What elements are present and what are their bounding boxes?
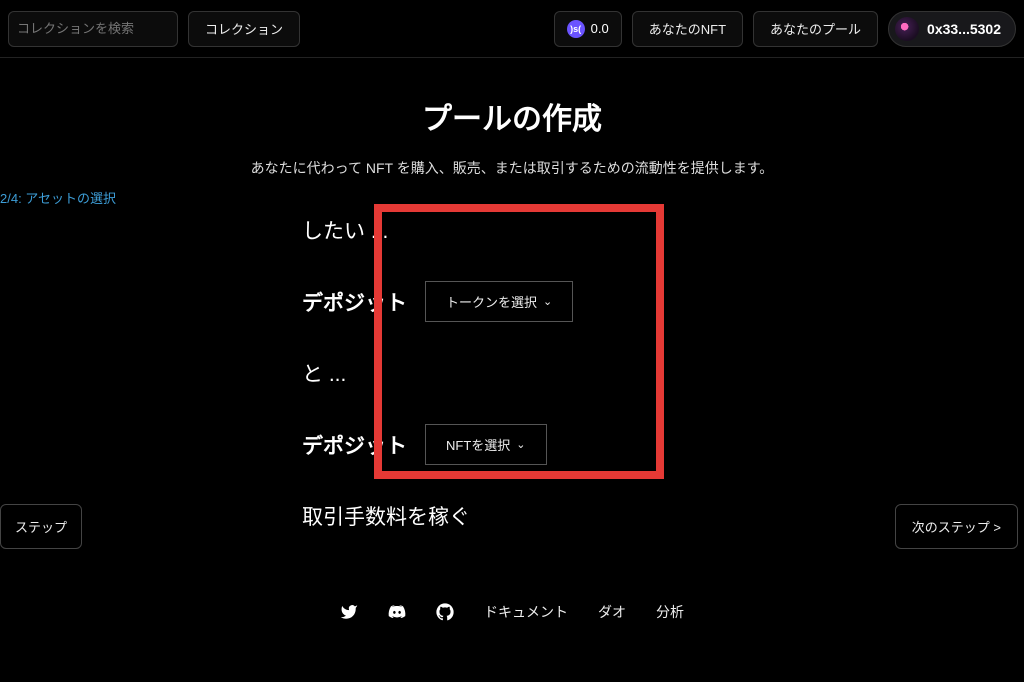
twitter-icon[interactable] [340, 603, 358, 621]
footer-dao-link[interactable]: ダオ [598, 602, 626, 622]
prev-step-button[interactable]: ステップ [0, 504, 82, 549]
wallet-button[interactable]: 0x33...5302 [888, 11, 1016, 47]
page-subtitle: あなたに代わって NFT を購入、販売、または取引するための流動性を提供します。 [0, 158, 1024, 178]
nav-collection-button[interactable]: コレクション [188, 11, 300, 47]
chevron-down-icon: ⌄ [543, 295, 552, 308]
select-token-button[interactable]: トークンを選択 ⌄ [425, 281, 573, 322]
main: プールの作成 あなたに代わって NFT を購入、販売、または取引するための流動性… [0, 58, 1024, 178]
footer-docs-link[interactable]: ドキュメント [484, 602, 568, 622]
page-title: プールの作成 [0, 94, 1024, 138]
step-indicator: 2/4: アセットの選択 [0, 188, 116, 207]
search-input[interactable] [17, 21, 193, 36]
deposit-label-2: デポジット [302, 430, 407, 460]
wallet-avatar-icon [895, 17, 919, 41]
balance-value: 0.0 [591, 21, 609, 36]
footer: ドキュメント ダオ 分析 [0, 602, 1024, 622]
topbar: ✕ コレクション )s( 0.0 あなたのNFT あなたのプール 0x33...… [0, 0, 1024, 58]
next-step-button[interactable]: 次のステップ > [895, 504, 1018, 549]
deposit-label-1: デポジット [302, 287, 407, 317]
github-icon[interactable] [436, 603, 454, 621]
nav-your-nft-button[interactable]: あなたのNFT [632, 11, 743, 47]
form-line-deposit-nft: デポジット NFTを選択 ⌄ [302, 424, 573, 465]
form-line-earn: 取引手数料を稼ぐ [302, 501, 573, 531]
form-line-and: と ... [302, 358, 573, 388]
asset-select-form: したい ... デポジット トークンを選択 ⌄ と ... デポジット NFTを… [302, 215, 573, 531]
collection-search[interactable]: ✕ [8, 11, 178, 47]
nav-your-pool-button[interactable]: あなたのプール [753, 11, 878, 47]
form-line-want: したい ... [302, 215, 573, 245]
chevron-down-icon: ⌄ [516, 438, 525, 451]
footer-analytics-link[interactable]: 分析 [656, 602, 684, 622]
discord-icon[interactable] [388, 603, 406, 621]
sudo-token-icon: )s( [567, 20, 585, 38]
balance-pill[interactable]: )s( 0.0 [554, 11, 622, 47]
form-line-deposit-token: デポジット トークンを選択 ⌄ [302, 281, 573, 322]
wallet-address: 0x33...5302 [927, 21, 1001, 37]
select-nft-button[interactable]: NFTを選択 ⌄ [425, 424, 547, 465]
